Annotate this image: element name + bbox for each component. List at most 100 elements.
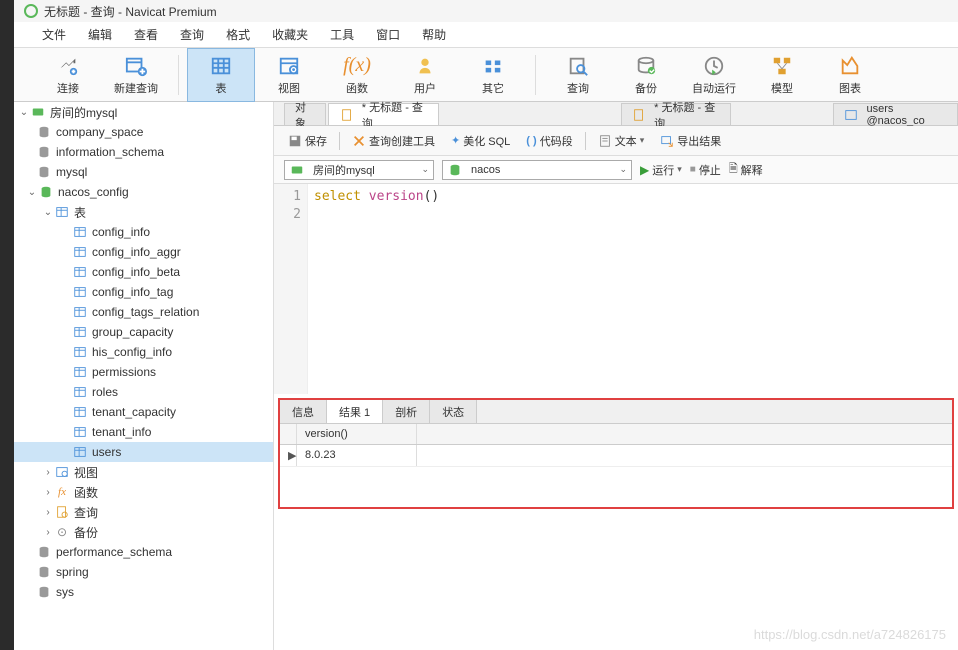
- tree-db-mysql[interactable]: mysql: [14, 162, 273, 182]
- tree-table-config_info_aggr[interactable]: config_info_aggr: [14, 242, 273, 262]
- connection-icon: [289, 163, 305, 177]
- tree-table-config_tags_relation[interactable]: config_tags_relation: [14, 302, 273, 322]
- table-icon: [72, 225, 88, 239]
- tree-db-company_space[interactable]: company_space: [14, 122, 273, 142]
- expand-icon[interactable]: ›: [42, 507, 54, 518]
- connection-dropdown[interactable]: 房间的mysql ⌄: [284, 160, 434, 180]
- database-icon: [447, 163, 463, 177]
- tree-db-sys[interactable]: sys: [14, 582, 273, 602]
- expand-icon[interactable]: ⌄: [42, 207, 54, 218]
- toolbar-table[interactable]: 表: [187, 48, 255, 102]
- chevron-down-icon: ⌄: [619, 164, 627, 175]
- menu-help[interactable]: 帮助: [412, 22, 456, 47]
- menu-favorites[interactable]: 收藏夹: [262, 22, 318, 47]
- run-button[interactable]: ▶ 运行 ▾: [640, 162, 682, 178]
- tree-table-config_info_tag[interactable]: config_info_tag: [14, 282, 273, 302]
- expand-icon[interactable]: ⌄: [26, 187, 38, 198]
- toolbar-new-query[interactable]: 新建查询: [102, 48, 170, 102]
- tree-table-tenant_info[interactable]: tenant_info: [14, 422, 273, 442]
- tree-table-group_capacity[interactable]: group_capacity: [14, 322, 273, 342]
- connection-tree[interactable]: ⌄ 房间的mysql company_space information_sch…: [14, 102, 274, 650]
- cell-value[interactable]: 8.0.23: [297, 445, 417, 466]
- menu-query[interactable]: 查询: [170, 22, 214, 47]
- table-icon: [72, 405, 88, 419]
- explain-button[interactable]: 🗎 解释: [729, 160, 763, 179]
- result-grid[interactable]: version() ▶ 8.0.23: [280, 424, 952, 507]
- result-row[interactable]: ▶ 8.0.23: [280, 445, 952, 467]
- line-gutter: 12: [274, 184, 308, 394]
- menu-window[interactable]: 窗口: [366, 22, 410, 47]
- explain-icon: 🗎: [729, 160, 738, 179]
- expand-icon[interactable]: ›: [42, 467, 54, 478]
- tree-table-his_config_info[interactable]: his_config_info: [14, 342, 273, 362]
- toolbar-model[interactable]: 模型: [748, 48, 816, 102]
- tree-functions-folder[interactable]: › fx 函数: [14, 482, 273, 502]
- menu-format[interactable]: 格式: [216, 22, 260, 47]
- result-tab-profile[interactable]: 剖析: [383, 400, 430, 423]
- tree-views-folder[interactable]: › 视图: [14, 462, 273, 482]
- watermark: https://blog.csdn.net/a724826175: [754, 627, 946, 642]
- tree-db-information_schema[interactable]: information_schema: [14, 142, 273, 162]
- title-bar: 无标题 - 查询 - Navicat Premium: [14, 0, 958, 22]
- stop-icon: ■: [690, 164, 696, 175]
- tree-table-users[interactable]: users: [14, 442, 273, 462]
- text-button[interactable]: 文本 ▾: [594, 131, 649, 151]
- save-button[interactable]: 保存: [284, 131, 331, 151]
- chevron-down-icon: ⌄: [421, 164, 429, 175]
- toolbar-user[interactable]: 用户: [391, 48, 459, 102]
- toolbar-autorun[interactable]: 自动运行: [680, 48, 748, 102]
- tree-db-performance_schema[interactable]: performance_schema: [14, 542, 273, 562]
- tree-db-nacos_config[interactable]: ⌄ nacos_config: [14, 182, 273, 202]
- tree-table-roles[interactable]: roles: [14, 382, 273, 402]
- export-result-button[interactable]: 导出结果: [656, 131, 725, 151]
- tree-table-config_info_beta[interactable]: config_info_beta: [14, 262, 273, 282]
- table-icon: [72, 445, 88, 459]
- results-panel: 信息 结果 1 剖析 状态 version() ▶ 8.0.23: [278, 398, 954, 509]
- tree-connection[interactable]: ⌄ 房间的mysql: [14, 102, 273, 122]
- menu-view[interactable]: 查看: [124, 22, 168, 47]
- column-header[interactable]: version(): [297, 424, 417, 444]
- tree-backups-folder[interactable]: › ⊙ 备份: [14, 522, 273, 542]
- toolbar-other[interactable]: 其它: [459, 48, 527, 102]
- tree-table-tenant_capacity[interactable]: tenant_capacity: [14, 402, 273, 422]
- tab-query-1[interactable]: * 无标题 - 查询: [328, 103, 438, 125]
- play-icon: ▶: [640, 163, 649, 177]
- tab-table-users[interactable]: users @nacos_co: [833, 103, 958, 125]
- menu-bar: 文件 编辑 查看 查询 格式 收藏夹 工具 窗口 帮助: [14, 22, 958, 48]
- stop-button[interactable]: ■ 停止: [690, 162, 721, 178]
- table-icon: [844, 108, 859, 122]
- toolbar-chart[interactable]: 图表: [816, 48, 884, 102]
- tree-tables-folder[interactable]: ⌄ 表: [14, 202, 273, 222]
- sql-editor[interactable]: 12 select version(): [274, 184, 958, 394]
- code-snippet-button[interactable]: ( ) 代码段: [522, 131, 576, 151]
- tree-table-permissions[interactable]: permissions: [14, 362, 273, 382]
- table-icon: [72, 385, 88, 399]
- menu-edit[interactable]: 编辑: [78, 22, 122, 47]
- tree-db-spring[interactable]: spring: [14, 562, 273, 582]
- expand-icon[interactable]: ›: [42, 527, 54, 538]
- menu-file[interactable]: 文件: [32, 22, 76, 47]
- table-icon: [72, 345, 88, 359]
- expand-icon[interactable]: ›: [42, 487, 54, 498]
- database-dropdown[interactable]: nacos ⌄: [442, 160, 632, 180]
- tree-table-config_info[interactable]: config_info: [14, 222, 273, 242]
- beautify-sql-button[interactable]: ✦ 美化 SQL: [447, 131, 514, 151]
- tree-queries-folder[interactable]: › 查询: [14, 502, 273, 522]
- result-tab-status[interactable]: 状态: [430, 400, 477, 423]
- query-builder-button[interactable]: 查询创建工具: [348, 131, 439, 151]
- tab-objects[interactable]: 对象: [284, 103, 326, 125]
- menu-tools[interactable]: 工具: [320, 22, 364, 47]
- toolbar-function[interactable]: f(x) 函数: [323, 48, 391, 102]
- code-area[interactable]: select version(): [308, 184, 958, 394]
- toolbar-connection[interactable]: 连接: [34, 48, 102, 102]
- table-icon: [72, 305, 88, 319]
- toolbar-view[interactable]: 视图: [255, 48, 323, 102]
- window-title: 无标题 - 查询 - Navicat Premium: [44, 3, 217, 20]
- connection-row: 房间的mysql ⌄ nacos ⌄ ▶ 运行 ▾ ■ 停止 🗎 解释: [274, 156, 958, 184]
- result-tab-result1[interactable]: 结果 1: [327, 400, 383, 423]
- result-tab-info[interactable]: 信息: [280, 400, 327, 423]
- toolbar-query[interactable]: 查询: [544, 48, 612, 102]
- expand-icon[interactable]: ⌄: [18, 107, 30, 118]
- toolbar-backup[interactable]: 备份: [612, 48, 680, 102]
- tab-query-2[interactable]: * 无标题 - 查询: [621, 103, 731, 125]
